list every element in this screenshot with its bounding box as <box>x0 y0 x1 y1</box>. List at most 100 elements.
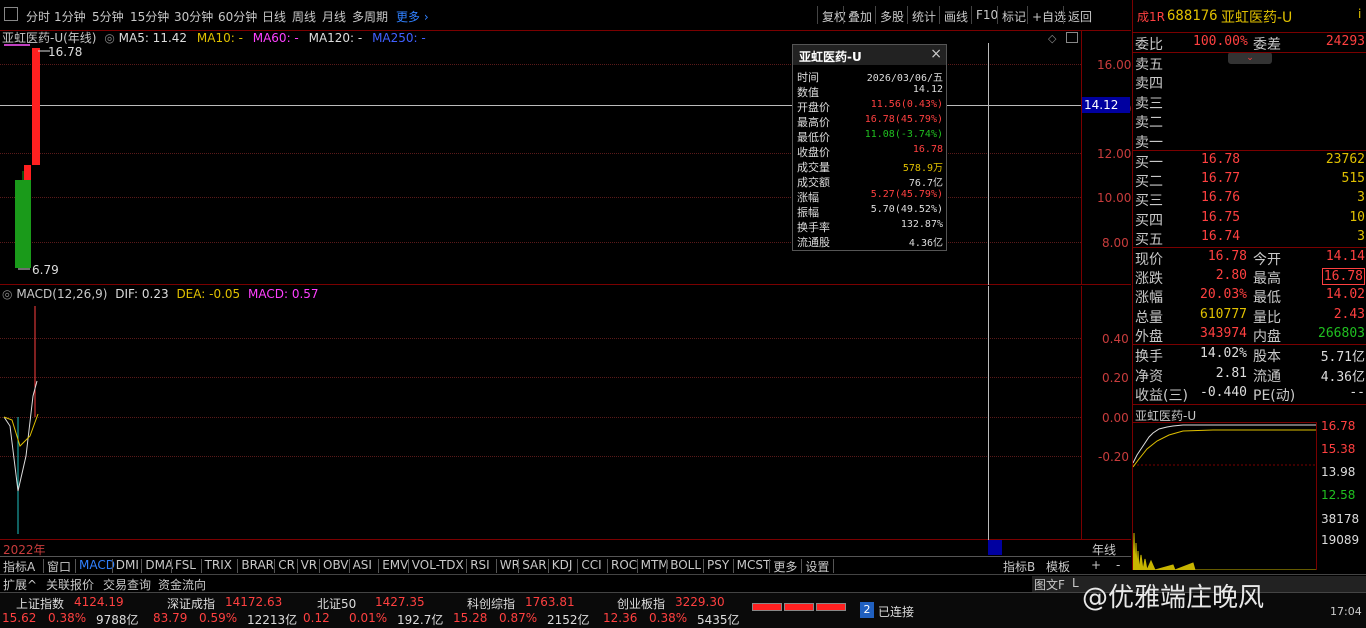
connection-count-badge[interactable]: 2 <box>860 602 874 618</box>
indicator-tab-emv[interactable]: EMV <box>382 558 408 572</box>
indicator-tab-boll[interactable]: BOLL <box>670 558 701 572</box>
indicator-tab-kdj[interactable]: KDJ <box>552 558 573 572</box>
crosshair-vertical <box>988 286 989 540</box>
indicator-tab-mtm[interactable]: MTM <box>641 558 669 572</box>
toolbar-action-2[interactable]: 多股 <box>880 8 904 25</box>
indicator-tab-sar[interactable]: SAR <box>522 558 546 572</box>
indicator-tab-指标a[interactable]: 指标A <box>3 558 35 575</box>
index-name[interactable]: 科创综指 <box>467 595 515 612</box>
index-name[interactable]: 创业板指 <box>617 595 665 612</box>
toolbar-separator <box>875 6 876 24</box>
indicator-tab-roc[interactable]: ROC <box>611 558 637 572</box>
time-axis: 2022年 年线 <box>0 540 1131 557</box>
indicator-tab-asi[interactable]: ASI <box>353 558 372 572</box>
crosshair-vertical <box>988 43 989 285</box>
subtab-tuwen[interactable]: 图文F <box>1034 576 1065 593</box>
toolbar-action-3[interactable]: 统计 <box>912 8 936 25</box>
indicator-tab-macd[interactable]: MACD <box>79 558 115 572</box>
subtab-1[interactable]: 关联报价 <box>46 576 94 593</box>
buy-level-row[interactable]: 买五 16.74 3 <box>1133 228 1366 248</box>
tab-separator <box>666 559 668 573</box>
diamond-icon[interactable]: ◇ <box>1048 32 1056 45</box>
indicator-tab-obv[interactable]: OBV <box>323 558 349 572</box>
period-tab-1[interactable]: 1分钟 <box>54 8 86 25</box>
period-tab-8[interactable]: 月线 <box>322 8 346 25</box>
subtab-2[interactable]: 交易查询 <box>103 576 151 593</box>
toolbar-action-8[interactable]: 返回 <box>1068 8 1092 25</box>
indicator-tab-psy[interactable]: PSY <box>707 558 729 572</box>
mini-tick: 12.58 <box>1321 488 1356 502</box>
toolbar-action-5[interactable]: F10 <box>976 8 998 22</box>
popup-row-value: 14.12 <box>912 84 943 95</box>
period-tab-5[interactable]: 60分钟 <box>218 8 257 25</box>
period-tab-6[interactable]: 日线 <box>262 8 286 25</box>
popup-row: 最低价 11.08(-3.74%) <box>797 129 945 144</box>
subtab-0[interactable]: 扩展^ <box>3 576 37 593</box>
panel-maximize-icon[interactable] <box>1066 32 1078 43</box>
subtab-3[interactable]: 资金流向 <box>158 576 206 593</box>
indicator-settings-icon[interactable]: ◎ <box>104 31 114 45</box>
indicator-right-tab-1[interactable]: 模板 <box>1046 558 1070 575</box>
toolbar-action-4[interactable]: 画线 <box>944 8 968 25</box>
toolbar-action-1[interactable]: 叠加 <box>848 8 872 25</box>
stock-prefix: 成1R <box>1137 10 1165 24</box>
index-name[interactable]: 上证指数 <box>16 595 64 612</box>
buy-level-row[interactable]: 买四 16.75 10 <box>1133 209 1366 229</box>
breadth-up <box>752 603 782 611</box>
macd-axis-divider <box>1081 286 1082 540</box>
index-amount: 12213亿 <box>247 613 298 627</box>
indicator-tab-trix[interactable]: TRIX <box>205 558 232 572</box>
indicator-tab-更多[interactable]: 更多 <box>773 558 797 575</box>
period-tab-10[interactable]: 更多 › <box>396 8 429 25</box>
fundamental-row: 收益(三) -0.440 PE(动) -- <box>1133 384 1366 404</box>
index-name[interactable]: 北证50 <box>317 595 356 612</box>
toolbar-action-6[interactable]: 标记 <box>1002 8 1026 25</box>
tab-separator <box>607 559 608 573</box>
period-tab-2[interactable]: 5分钟 <box>92 8 124 25</box>
indicator-tab-fsl[interactable]: FSL <box>175 558 196 572</box>
period-tab-4[interactable]: 30分钟 <box>174 8 213 25</box>
indicator-tab-cr[interactable]: CR <box>278 558 295 572</box>
indicator-tab-dmi[interactable]: DMI <box>116 558 139 572</box>
info-icon[interactable]: i <box>1358 7 1361 21</box>
indicator-right-tab-0[interactable]: 指标B <box>1003 558 1035 575</box>
indicator-tab-mcst[interactable]: MCST <box>737 558 771 572</box>
buy-level-volume: 10 <box>1349 209 1365 225</box>
indicator-tab-设置[interactable]: 设置 <box>805 558 829 575</box>
mini-chart-svg <box>1133 424 1316 570</box>
popup-row-key: 最低价 <box>797 131 830 144</box>
popup-row-key: 成交额 <box>797 176 830 189</box>
buy-level-row[interactable]: 买二 16.77 515 <box>1133 170 1366 190</box>
indicator-right-tab-3[interactable]: - <box>1116 558 1120 572</box>
period-tab-3[interactable]: 15分钟 <box>130 8 169 25</box>
toolbar-action-7[interactable]: +自选 <box>1032 8 1066 25</box>
period-tab-9[interactable]: 多周期 <box>352 8 388 25</box>
indicator-tab-brar[interactable]: BRAR <box>241 558 274 572</box>
mini-intraday-chart[interactable]: 亚虹医药-U 16.78 15.38 13.98 12.58 38178 190… <box>1133 405 1366 570</box>
indicator-tab-vol-tdx[interactable]: VOL-TDX <box>412 558 464 572</box>
price-tick: 8.00 <box>1102 236 1129 250</box>
indicator-tab-wr[interactable]: WR <box>500 558 520 572</box>
subtab-l[interactable]: L <box>1072 576 1079 590</box>
window-toggle-icon[interactable] <box>4 7 18 21</box>
index-name[interactable]: 深证成指 <box>167 595 215 612</box>
fundamental-value: 14.02% <box>1200 346 1247 361</box>
quote-label: 涨幅 <box>1135 290 1163 307</box>
period-tab-0[interactable]: 分时 <box>26 8 50 25</box>
quote-value: 2.80 <box>1215 268 1247 284</box>
macd-chart-panel[interactable]: ◎ MACD(12,26,9) DIF: 0.23 DEA: -0.05 MAC… <box>0 286 1131 540</box>
tab-separator <box>636 559 638 573</box>
indicator-tab-窗口[interactable]: 窗口 <box>47 558 71 575</box>
quote-value: 343974 <box>1200 325 1247 341</box>
kline-chart-panel[interactable]: 亚虹医药-U(年线) ◎ MA5: 11.42 MA10: - MA60: - … <box>0 31 1131 285</box>
indicator-tab-cci[interactable]: CCI <box>581 558 601 572</box>
indicator-tab-rsi[interactable]: RSI <box>470 558 490 572</box>
close-icon[interactable]: × <box>930 46 942 62</box>
period-tab-7[interactable]: 周线 <box>292 8 316 25</box>
indicator-right-tab-2[interactable]: + <box>1091 558 1101 572</box>
indicator-tab-dma[interactable]: DMA <box>145 558 173 572</box>
buy-level-row[interactable]: 买三 16.76 3 <box>1133 189 1366 209</box>
buy-level-row[interactable]: 买一 16.78 23762 <box>1133 151 1366 171</box>
indicator-tab-vr[interactable]: VR <box>301 558 318 572</box>
mini-tick: 16.78 <box>1321 419 1356 433</box>
